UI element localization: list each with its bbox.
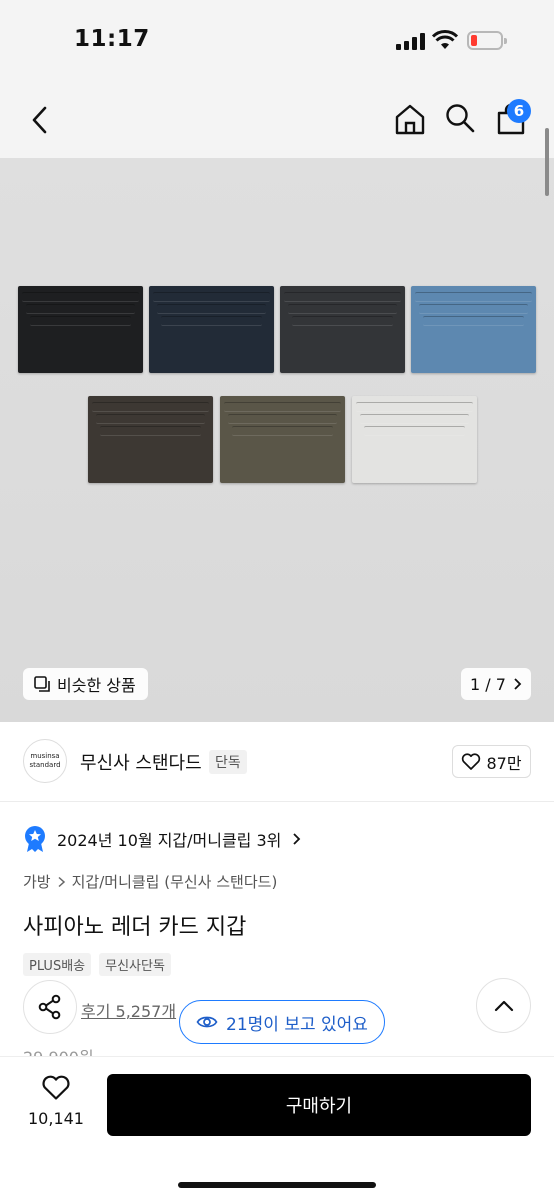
image-pager[interactable]: 1 / 7 [461, 668, 531, 700]
card-slot [284, 292, 401, 302]
chevron-right-icon [58, 876, 65, 887]
product-title: 사피아노 레더 카드 지갑 [23, 915, 247, 940]
wallet-card-4 [411, 286, 536, 373]
card-slot [22, 292, 139, 302]
viewers-text: 21명이 보고 있어요 [226, 1014, 368, 1035]
original-price: 29,900원 [23, 1044, 94, 1056]
card-slot [423, 316, 524, 326]
similar-products-button[interactable]: 비슷한 상품 [23, 668, 148, 700]
card-slot [288, 304, 397, 314]
battery-icon [467, 31, 507, 50]
card-slot [292, 316, 393, 326]
card-slot [224, 402, 341, 412]
share-icon [38, 994, 61, 1020]
ranking-link[interactable]: 2024년 10월 지갑/머니클립 3위 [23, 825, 301, 853]
card-slot [364, 426, 465, 436]
card-slot [161, 316, 262, 326]
heart-icon [42, 1075, 70, 1100]
breadcrumb-root[interactable]: 가방 [23, 871, 51, 892]
eye-icon [196, 1016, 218, 1028]
wallet-card-2 [149, 286, 274, 373]
plus-delivery-tag: PLUS배송 [23, 953, 92, 976]
home-indicator [178, 1182, 376, 1188]
cellular-signal-icon [396, 32, 425, 50]
wishlist-button[interactable]: 10,141 [24, 1075, 88, 1128]
wallet-card-3 [280, 286, 405, 373]
similar-items-icon [34, 676, 50, 692]
viewers-badge: 21명이 보고 있어요 [179, 1000, 385, 1044]
card-slot [360, 414, 469, 424]
wifi-icon [432, 30, 458, 49]
card-slot [419, 304, 528, 314]
product-image-carousel[interactable]: 비슷한 상품 1 / 7 [0, 158, 554, 722]
card-slot [96, 414, 205, 424]
brand-name[interactable]: 무신사 스탠다드 [80, 749, 202, 775]
brand-logo[interactable]: musinsa standard [23, 739, 67, 783]
wallet-card-1 [18, 286, 143, 373]
card-slot [356, 402, 473, 412]
chevron-right-icon [293, 833, 301, 845]
breadcrumb: 가방 지갑/머니클립 (무신사 스탠다드) [23, 871, 277, 892]
cart-count-badge: 6 [507, 99, 531, 123]
brand-logo-line2: standard [29, 761, 61, 769]
card-slot [26, 304, 135, 314]
scrollbar[interactable] [545, 128, 549, 196]
wishlist-count: 10,141 [28, 1109, 84, 1128]
card-slot [157, 304, 266, 314]
heart-icon [462, 752, 481, 770]
reviews-link[interactable]: 후기 5,257개 [81, 998, 176, 1022]
chevron-right-icon [514, 678, 522, 690]
ranking-medal-icon [25, 826, 45, 852]
brand-row[interactable]: musinsa standard 무신사 스탠다드 단독 87만 [0, 722, 554, 802]
status-bar: 11:17 [0, 0, 554, 80]
share-button[interactable] [23, 980, 77, 1034]
product-tags: PLUS배송 무신사단독 [23, 953, 171, 976]
bottom-action-bar: 10,141 구매하기 [0, 1056, 554, 1200]
wallet-card-7 [352, 396, 477, 483]
buy-button[interactable]: 구매하기 [107, 1074, 531, 1136]
brand-like-button[interactable]: 87만 [452, 745, 531, 778]
card-slot [92, 402, 209, 412]
chevron-up-icon [494, 1000, 513, 1011]
top-navigation: 6 [0, 80, 554, 158]
brand-logo-line1: musinsa [30, 752, 60, 760]
card-slot [228, 414, 337, 424]
scroll-to-top-button[interactable] [476, 978, 531, 1033]
card-slot [100, 426, 201, 436]
search-icon[interactable] [444, 102, 476, 134]
status-time: 11:17 [74, 26, 150, 52]
back-arrow-icon[interactable] [26, 102, 56, 138]
wallet-card-6 [220, 396, 345, 483]
wallet-card-5 [88, 396, 213, 483]
exclusive-badge: 단독 [209, 750, 247, 774]
card-slot [153, 292, 270, 302]
musinsa-exclusive-tag: 무신사단독 [99, 953, 171, 976]
brand-like-count: 87만 [486, 753, 522, 773]
card-slot [30, 316, 131, 326]
card-slot [415, 292, 532, 302]
ranking-text: 2024년 10월 지갑/머니클립 3위 [57, 831, 282, 850]
breadcrumb-category[interactable]: 지갑/머니클립 (무신사 스탠다드) [72, 871, 278, 892]
home-icon[interactable] [393, 102, 427, 136]
image-pager-text: 1 / 7 [470, 674, 506, 694]
card-slot [232, 426, 333, 436]
similar-products-label: 비슷한 상품 [57, 676, 136, 695]
